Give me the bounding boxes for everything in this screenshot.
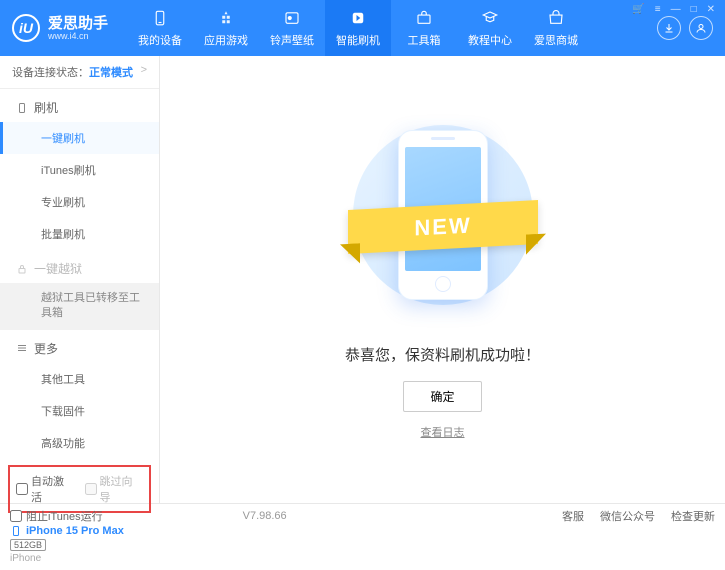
device-storage: 512GB <box>10 539 46 551</box>
chevron-right-icon[interactable]: > <box>141 64 147 76</box>
close-icon[interactable]: ✕ <box>705 4 717 15</box>
download-button[interactable] <box>657 16 681 40</box>
sidebar-item-oneclick-flash[interactable]: 一键刷机 <box>0 122 159 154</box>
menu-icon[interactable]: ≡ <box>653 4 663 15</box>
window-controls: 🛒 ≡ — □ ✕ <box>630 4 717 15</box>
sidebar: 设备连接状态：正常模式 > 刷机 一键刷机 iTunes刷机 专业刷机 批量刷机… <box>0 56 160 503</box>
minimize-icon[interactable]: — <box>669 4 683 15</box>
sidebar-item-advanced[interactable]: 高级功能 <box>0 427 159 459</box>
success-message: 恭喜您，保资料刷机成功啦！ <box>345 344 540 365</box>
store-icon <box>546 8 566 28</box>
flash-section-icon <box>16 102 28 114</box>
toolbox-icon <box>414 8 434 28</box>
view-log-link[interactable]: 查看日志 <box>421 424 465 440</box>
main-content: NEW 恭喜您，保资料刷机成功啦！ 确定 查看日志 <box>160 56 725 503</box>
logo-icon: iU <box>12 14 40 42</box>
version-label: V7.98.66 <box>243 510 287 522</box>
options-highlighted: 自动激活 跳过向导 <box>8 465 151 513</box>
logo: iU 爱思助手 www.i4.cn <box>12 14 127 42</box>
top-nav: 我的设备 应用游戏 铃声壁纸 智能刷机 工具箱 教程中心 爱思商城 <box>127 0 657 56</box>
nav-my-device[interactable]: 我的设备 <box>127 0 193 56</box>
media-icon <box>282 8 302 28</box>
success-illustration: NEW <box>378 120 508 330</box>
sidebar-item-itunes-flash[interactable]: iTunes刷机 <box>0 154 159 186</box>
header-actions <box>657 16 713 40</box>
footer-links: 客服 微信公众号 检查更新 <box>562 508 715 524</box>
sidebar-item-batch-flash[interactable]: 批量刷机 <box>0 218 159 250</box>
ok-button[interactable]: 确定 <box>403 381 481 412</box>
nav-store[interactable]: 爱思商城 <box>523 0 589 56</box>
section-flash[interactable]: 刷机 <box>0 89 159 122</box>
device-icon <box>150 8 170 28</box>
header: iU 爱思助手 www.i4.cn 我的设备 应用游戏 铃声壁纸 智能刷机 工具… <box>0 0 725 56</box>
new-ribbon: NEW <box>348 200 538 254</box>
device-type: iPhone <box>10 553 149 564</box>
checkbox-block-itunes[interactable]: 阻止iTunes运行 <box>10 508 103 524</box>
device-info: iPhone 15 Pro Max 512GB iPhone <box>0 519 159 570</box>
nav-toolbox[interactable]: 工具箱 <box>391 0 457 56</box>
connection-status: 设备连接状态：正常模式 > <box>0 56 159 89</box>
flash-icon <box>348 8 368 28</box>
more-icon <box>16 342 28 354</box>
link-support[interactable]: 客服 <box>562 508 584 524</box>
section-jailbreak: 一键越狱 <box>0 250 159 283</box>
user-button[interactable] <box>689 16 713 40</box>
nav-apps[interactable]: 应用游戏 <box>193 0 259 56</box>
nav-tutorials[interactable]: 教程中心 <box>457 0 523 56</box>
checkbox-skip-guide[interactable]: 跳过向导 <box>85 473 144 505</box>
section-more[interactable]: 更多 <box>0 330 159 363</box>
app-title: 爱思助手 <box>48 16 108 31</box>
maximize-icon[interactable]: □ <box>689 4 699 15</box>
link-wechat[interactable]: 微信公众号 <box>600 508 655 524</box>
sidebar-item-pro-flash[interactable]: 专业刷机 <box>0 186 159 218</box>
cart-icon[interactable]: 🛒 <box>630 4 646 15</box>
sidebar-item-other-tools[interactable]: 其他工具 <box>0 363 159 395</box>
sidebar-item-download-firmware[interactable]: 下载固件 <box>0 395 159 427</box>
sidebar-item-jailbreak-note[interactable]: 越狱工具已转移至工具箱 <box>0 283 159 330</box>
tutorial-icon <box>480 8 500 28</box>
apps-icon <box>216 8 236 28</box>
lock-icon <box>16 263 28 275</box>
link-update[interactable]: 检查更新 <box>671 508 715 524</box>
app-url: www.i4.cn <box>48 31 108 41</box>
nav-ringtones[interactable]: 铃声壁纸 <box>259 0 325 56</box>
nav-flash[interactable]: 智能刷机 <box>325 0 391 56</box>
checkbox-auto-activate[interactable]: 自动激活 <box>16 473 75 505</box>
